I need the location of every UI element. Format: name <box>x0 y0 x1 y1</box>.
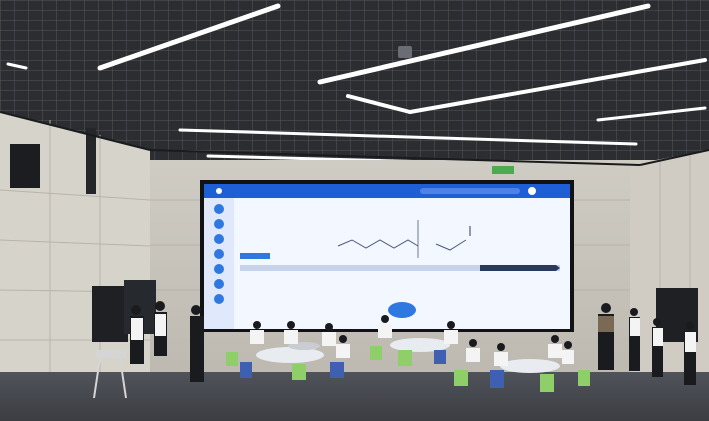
screen-sidebar <box>204 198 234 329</box>
camera-icon <box>398 46 412 58</box>
classroom-photo <box>0 0 709 421</box>
right-wall <box>630 150 709 385</box>
led-screen <box>200 166 574 332</box>
speaker-icon <box>86 128 96 194</box>
screen-blue-oval <box>388 302 416 318</box>
floor <box>0 372 709 421</box>
speaker-icon <box>10 144 40 188</box>
